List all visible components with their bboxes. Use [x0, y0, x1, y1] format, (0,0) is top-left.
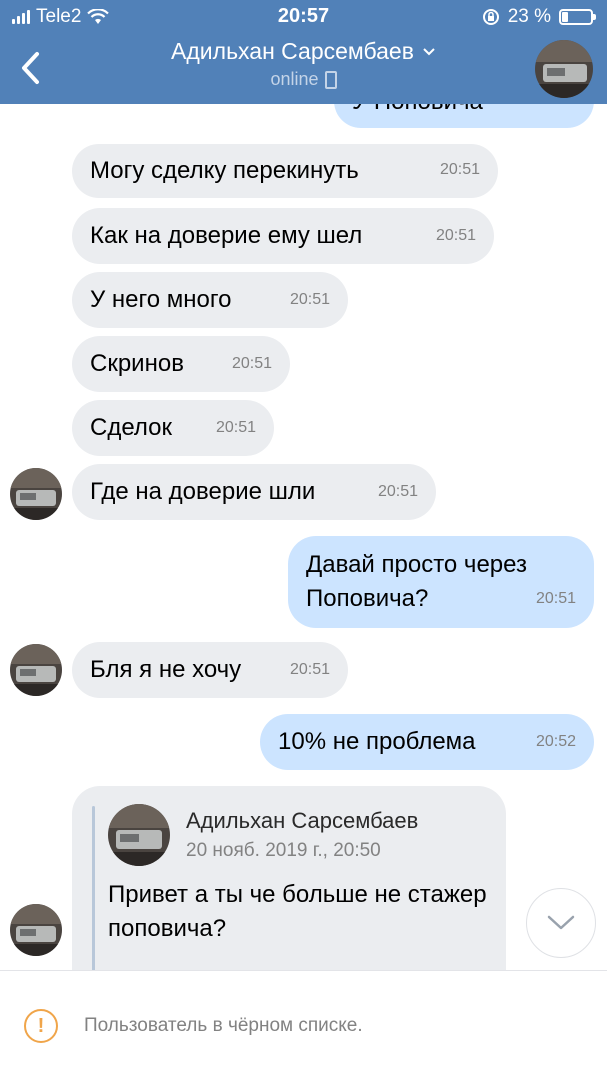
message-text: 10% не проблема [278, 727, 476, 755]
message-text-line: Давай просто через [306, 551, 527, 578]
phone-icon [324, 70, 337, 89]
message-time: 20:51 [377, 483, 418, 500]
message-outgoing[interactable]: Давай просто через Поповича? 20:51 [288, 536, 594, 628]
message-incoming[interactable]: Могу сделку перекинуть 20:51 [72, 144, 498, 198]
blocked-footer: ! Пользователь в чёрном списке. [0, 970, 607, 1081]
scroll-down-icon [547, 915, 575, 930]
online-status: online [270, 69, 319, 89]
chat-header: Tele2 20:57 23 % Адильхан Сарсембаев onl… [0, 0, 607, 104]
message-incoming[interactable]: Бля я не хочу 20:51 [72, 642, 348, 698]
forwarded-date: 20 нояб. 2019 г., 20:50 [186, 840, 381, 861]
sender-avatar[interactable] [10, 644, 62, 696]
message-time: 20:51 [289, 661, 330, 678]
message-incoming[interactable]: Где на доверие шли 20:51 [72, 464, 436, 520]
lock-rotation-icon [482, 9, 499, 25]
forwarded-message[interactable]: Адильхан Сарсембаев 20 нояб. 2019 г., 20… [72, 786, 506, 970]
status-right: 23 % [482, 6, 596, 28]
message-time: 20:51 [439, 161, 480, 178]
message-text: Сделок [90, 413, 173, 441]
sender-avatar[interactable] [10, 468, 62, 520]
message-incoming[interactable]: У него много 20:51 [72, 272, 348, 328]
blocked-notice: Пользователь в чёрном списке. [84, 1015, 363, 1036]
message-time: 20:51 [289, 291, 330, 308]
message-list[interactable]: У Поповича 20:50 Могу сделку перекинуть … [0, 104, 607, 970]
scroll-down-button[interactable] [526, 888, 596, 958]
message-text: Бля я не хочу [90, 655, 242, 683]
message-incoming[interactable]: Сделок 20:51 [72, 400, 274, 456]
forward-line [92, 806, 95, 970]
message-outgoing[interactable]: У Поповича 20:50 [334, 104, 594, 128]
sender-avatar[interactable] [10, 904, 62, 956]
message-text: Могу сделку перекинуть [90, 156, 359, 184]
message-text: Скринов [90, 349, 184, 377]
message-time: 20:51 [231, 355, 272, 372]
message-time: 20:51 [535, 590, 576, 607]
message-text: Как на доверие ему шел [90, 221, 363, 249]
forwarded-sender-name: Адильхан Сарсембаев [186, 808, 419, 833]
message-text: У него много [90, 285, 232, 313]
message-time: 20:52 [535, 733, 576, 750]
contact-name: Адильхан Сарсембаев [171, 38, 414, 64]
message-outgoing[interactable]: 10% не проблема 20:52 [260, 714, 594, 770]
message-time: 20:50 [536, 104, 576, 116]
chevron-down-icon [423, 47, 435, 55]
message-time: 20:51 [435, 227, 476, 244]
status-bar: Tele2 20:57 23 % [0, 0, 607, 34]
battery-percent: 23 % [507, 6, 551, 27]
chat-title[interactable]: Адильхан Сарсембаев online [0, 38, 607, 90]
message-time: 20:51 [215, 419, 256, 436]
message-text-line: Поповича? [306, 585, 429, 612]
message-text: Где на доверие шли [90, 477, 316, 505]
forwarded-text: Привет а ты че больше не стажер поповича… [108, 881, 487, 942]
message-incoming[interactable]: Скринов 20:51 [72, 336, 290, 392]
battery-icon [559, 9, 596, 25]
header-avatar[interactable] [535, 40, 593, 98]
message-text: У Поповича [352, 104, 483, 118]
message-incoming[interactable]: Как на доверие ему шел 20:51 [72, 208, 494, 264]
warning-icon: ! [24, 1009, 58, 1043]
forwarded-avatar[interactable] [108, 804, 170, 866]
